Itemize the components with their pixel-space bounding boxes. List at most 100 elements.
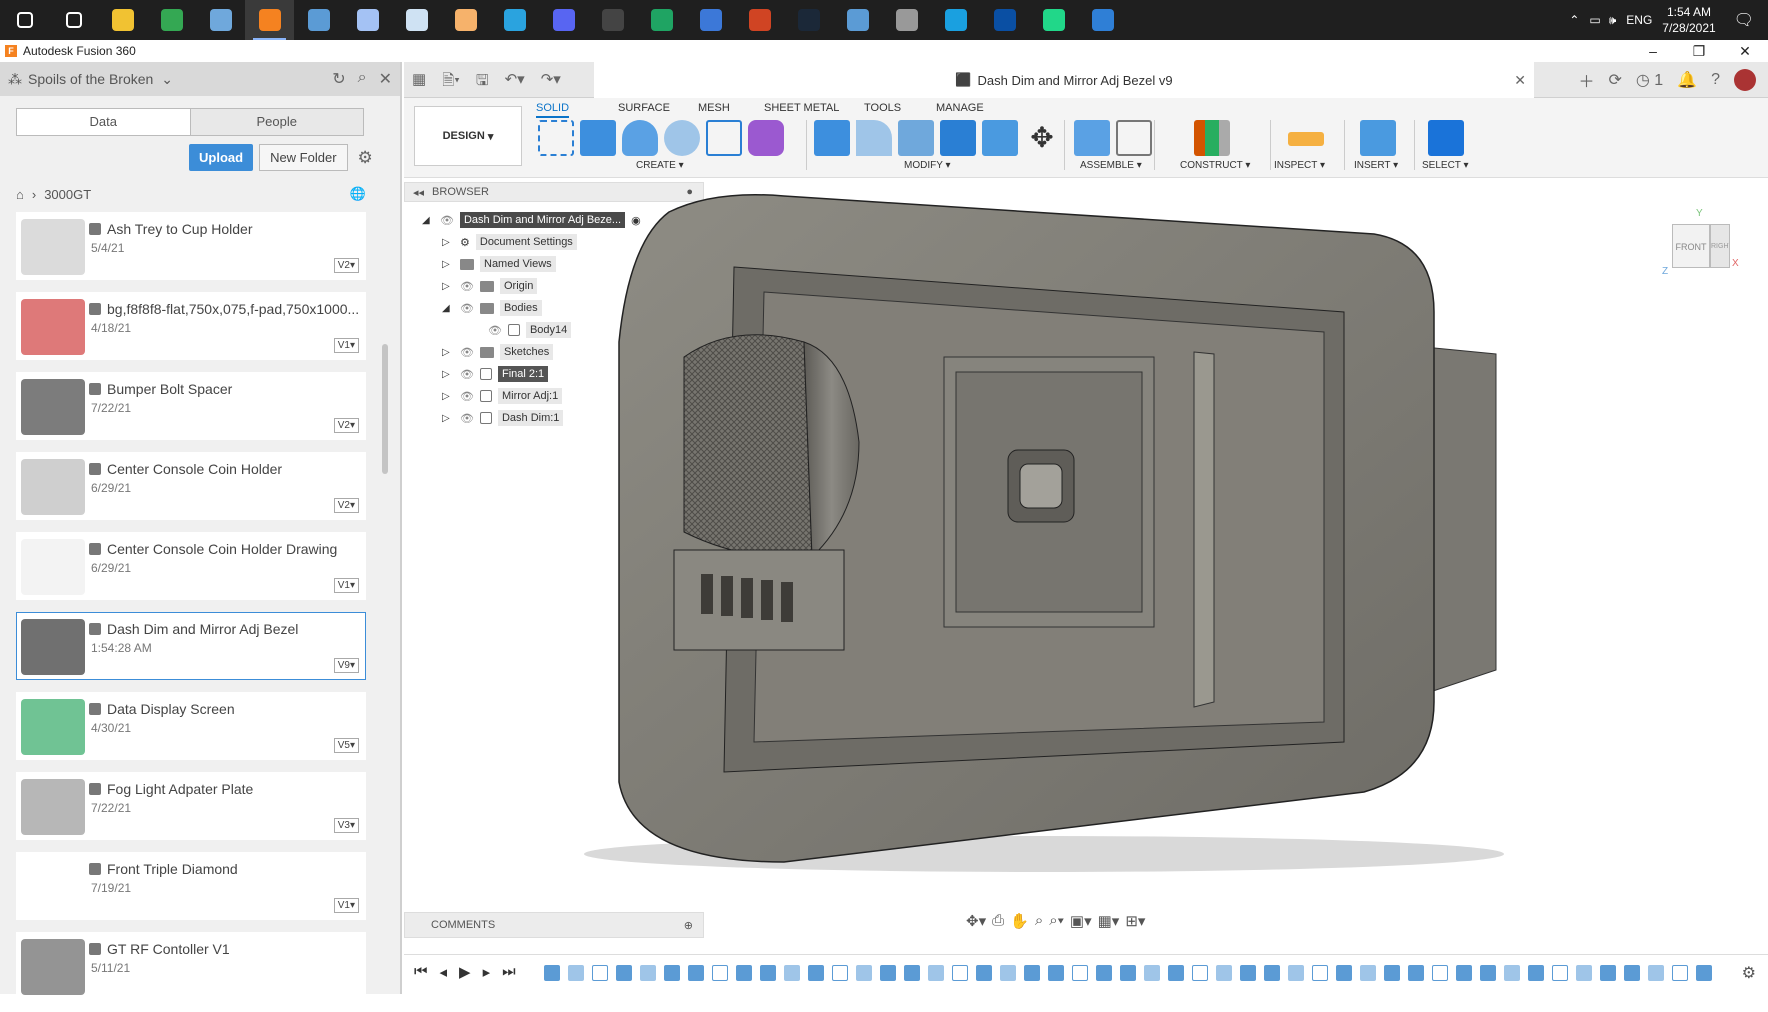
file-item[interactable]: GT RF Contoller V1 5/11/21 bbox=[16, 932, 366, 1000]
version-badge[interactable]: V2▾ bbox=[333, 418, 359, 433]
save-icon[interactable]: 🖫 bbox=[476, 70, 489, 95]
timeline-feature-icon[interactable] bbox=[1576, 965, 1592, 981]
timeline-feature-icon[interactable] bbox=[880, 965, 896, 981]
create-form-icon[interactable] bbox=[748, 120, 784, 156]
pattern-icon[interactable] bbox=[706, 120, 742, 156]
timeline-feature-icon[interactable] bbox=[952, 965, 968, 981]
tab-sheet-metal[interactable]: SHEET METAL bbox=[764, 102, 839, 114]
zoom-icon[interactable]: ⌕ bbox=[1035, 912, 1043, 930]
create-sketch-icon[interactable] bbox=[538, 120, 574, 156]
measure-icon[interactable] bbox=[1288, 132, 1324, 146]
offset-plane-icon[interactable] bbox=[1194, 120, 1230, 156]
timeline-feature-icon[interactable] bbox=[832, 965, 848, 981]
tab-manage[interactable]: MANAGE bbox=[936, 102, 984, 114]
group-construct-dropdown[interactable]: CONSTRUCT ▾ bbox=[1180, 160, 1250, 171]
viewcube-right[interactable]: RIGHT bbox=[1710, 224, 1730, 268]
version-badge[interactable]: V1▾ bbox=[333, 898, 359, 913]
timeline-feature-icon[interactable] bbox=[928, 965, 944, 981]
timeline-feature-icon[interactable] bbox=[736, 965, 752, 981]
step-forward-icon[interactable]: ▸ bbox=[483, 963, 491, 981]
chevron-down-icon[interactable]: ⌄ bbox=[161, 71, 173, 88]
taskbar-steam-icon[interactable] bbox=[784, 0, 833, 40]
look-at-icon[interactable]: ⎙ bbox=[992, 912, 1004, 930]
taskbar-telegram-icon[interactable] bbox=[490, 0, 539, 40]
timeline-feature-icon[interactable] bbox=[664, 965, 680, 981]
revolve-icon[interactable] bbox=[622, 120, 658, 156]
version-badge[interactable]: V9▾ bbox=[333, 658, 359, 673]
job-status-icon[interactable]: ◷ 1 bbox=[1636, 70, 1663, 90]
timeline-feature-icon[interactable] bbox=[712, 965, 728, 981]
tab-mesh[interactable]: MESH bbox=[698, 102, 730, 114]
timeline-feature-icon[interactable] bbox=[1432, 965, 1448, 981]
version-badge[interactable]: V1▾ bbox=[333, 338, 359, 353]
fit-icon[interactable]: ⌕▾ bbox=[1049, 912, 1064, 930]
step-back-icon[interactable]: ◂ bbox=[440, 963, 448, 981]
home-icon[interactable]: ⌂ bbox=[16, 187, 24, 202]
sync-icon[interactable]: ⟳ bbox=[1608, 70, 1621, 90]
taskbar-app-swirl-icon[interactable] bbox=[343, 0, 392, 40]
group-create-dropdown[interactable]: CREATE ▾ bbox=[636, 160, 684, 171]
add-comment-icon[interactable]: ⊕ bbox=[684, 919, 693, 932]
workspace-dropdown[interactable]: DESIGN ▾ bbox=[414, 106, 522, 166]
search-icon[interactable]: ⌕ bbox=[358, 69, 367, 89]
minimize-button[interactable]: – bbox=[1630, 40, 1676, 62]
combine-icon[interactable] bbox=[982, 120, 1018, 156]
timeline-feature-icon[interactable] bbox=[1264, 965, 1280, 981]
taskbar-app-dark-icon[interactable] bbox=[588, 0, 637, 40]
go-to-end-icon[interactable]: ⏭ bbox=[502, 963, 516, 981]
tab-people[interactable]: People bbox=[191, 109, 364, 135]
timeline-feature-icon[interactable] bbox=[1480, 965, 1496, 981]
notifications-bell-icon[interactable]: 🔔 bbox=[1677, 70, 1697, 90]
upload-button[interactable]: Upload bbox=[189, 144, 254, 171]
timeline-feature-icon[interactable] bbox=[760, 965, 776, 981]
clock[interactable]: 1:54 AM 7/28/2021 bbox=[1662, 4, 1715, 36]
tab-solid[interactable]: SOLID bbox=[536, 102, 570, 118]
tab-tools[interactable]: TOOLS bbox=[864, 102, 901, 114]
fillet-icon[interactable] bbox=[856, 120, 892, 156]
timeline-feature-icon[interactable] bbox=[1168, 965, 1184, 981]
taskbar-app-blue-icon[interactable] bbox=[196, 0, 245, 40]
file-item[interactable]: Dash Dim and Mirror Adj Bezel 1:54:28 AM… bbox=[16, 612, 366, 680]
group-inspect-dropdown[interactable]: INSPECT ▾ bbox=[1274, 160, 1325, 171]
notifications-icon[interactable]: 🗨 bbox=[1734, 10, 1754, 30]
taskbar-start-icon[interactable] bbox=[0, 0, 49, 40]
press-pull-icon[interactable] bbox=[814, 120, 850, 156]
volume-icon[interactable]: 🕪 bbox=[1609, 13, 1617, 28]
chamfer-icon[interactable] bbox=[898, 120, 934, 156]
project-header[interactable]: ⁂ Spoils of the Broken ⌄ ↻ ⌕ ✕ bbox=[0, 62, 400, 96]
close-tab-icon[interactable]: ✕ bbox=[1514, 72, 1526, 89]
group-insert-dropdown[interactable]: INSERT ▾ bbox=[1354, 160, 1398, 171]
taskbar-discord-icon[interactable] bbox=[539, 0, 588, 40]
file-item[interactable]: Ash Trey to Cup Holder 5/4/21 V2▾ bbox=[16, 212, 366, 280]
timeline-feature-icon[interactable] bbox=[1072, 965, 1088, 981]
new-folder-button[interactable]: New Folder bbox=[259, 144, 348, 171]
model-canvas[interactable] bbox=[404, 182, 1768, 938]
timeline-feature-icon[interactable] bbox=[544, 965, 560, 981]
3d-viewport[interactable]: Y FRONT RIGHT X Z bbox=[404, 182, 1768, 938]
viewports-icon[interactable]: ⊞▾ bbox=[1125, 912, 1145, 930]
group-select-dropdown[interactable]: SELECT ▾ bbox=[1422, 160, 1469, 171]
breadcrumb-folder[interactable]: 3000GT bbox=[44, 187, 91, 202]
timeline-feature-icon[interactable] bbox=[1696, 965, 1712, 981]
maximize-button[interactable]: ❐ bbox=[1676, 40, 1722, 62]
timeline-feature-icon[interactable] bbox=[904, 965, 920, 981]
timeline-feature-icon[interactable] bbox=[568, 965, 584, 981]
version-badge[interactable]: V5▾ bbox=[333, 738, 359, 753]
group-modify-dropdown[interactable]: MODIFY ▾ bbox=[904, 160, 951, 171]
pan-icon[interactable]: ✋ bbox=[1010, 912, 1029, 930]
timeline-feature-icon[interactable] bbox=[1024, 965, 1040, 981]
version-badge[interactable]: V2▾ bbox=[333, 258, 359, 273]
timeline-feature-icon[interactable] bbox=[1672, 965, 1688, 981]
timeline-feature-icon[interactable] bbox=[1240, 965, 1256, 981]
new-component-icon[interactable] bbox=[1074, 120, 1110, 156]
timeline-feature-icon[interactable] bbox=[640, 965, 656, 981]
timeline-feature-icon[interactable] bbox=[1120, 965, 1136, 981]
help-icon[interactable]: ? bbox=[1711, 71, 1720, 89]
network-icon[interactable]: ▭ bbox=[1589, 13, 1600, 27]
joint-icon[interactable] bbox=[1116, 120, 1152, 156]
timeline-feature-icon[interactable] bbox=[1192, 965, 1208, 981]
taskbar-fusion-360-icon[interactable] bbox=[245, 0, 294, 40]
timeline-feature-icon[interactable] bbox=[1048, 965, 1064, 981]
timeline-feature-icon[interactable] bbox=[1336, 965, 1352, 981]
taskbar-app-image-icon[interactable] bbox=[392, 0, 441, 40]
